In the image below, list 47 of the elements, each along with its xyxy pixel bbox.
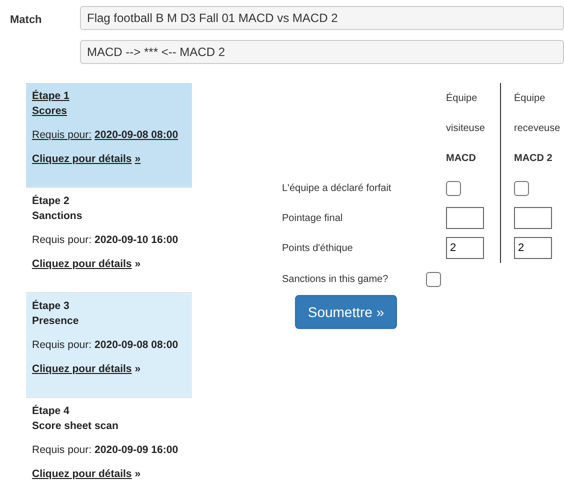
arrow-text: » bbox=[134, 363, 141, 375]
match-title-field[interactable]: Flag football B M D3 Fall 01 MACD vs MACD 2 bbox=[80, 6, 564, 30]
row-label: Pointage final bbox=[282, 212, 343, 224]
checkbox[interactable] bbox=[514, 180, 529, 196]
match-summary-field[interactable]: MACD --> *** <-- MACD 2 bbox=[80, 40, 564, 64]
due-label: Requis pour: bbox=[32, 129, 92, 141]
team-header: Équipe bbox=[446, 92, 478, 104]
checkbox[interactable] bbox=[446, 180, 461, 196]
due-date: 2020-09-08 08:00 bbox=[94, 339, 178, 351]
score-input[interactable] bbox=[514, 207, 552, 229]
due-date: 2020-09-08 08:00 bbox=[94, 129, 178, 141]
arrow-text: » bbox=[134, 468, 141, 480]
details-link[interactable]: Cliquez pour détails bbox=[32, 153, 132, 165]
step-number: Étape 2 bbox=[32, 195, 70, 207]
team-name: MACD bbox=[446, 152, 476, 164]
team-header: receveuse bbox=[514, 122, 560, 134]
step-name: Presence bbox=[32, 315, 80, 327]
score-input[interactable] bbox=[446, 207, 484, 229]
due-label: Requis pour: bbox=[32, 444, 92, 456]
step-number: Étape 3 bbox=[32, 300, 70, 312]
due-label: Requis pour: bbox=[32, 339, 92, 351]
submit-button[interactable]: Soumettre » bbox=[295, 295, 397, 329]
step-name: Sanctions bbox=[32, 210, 84, 222]
match-label: Match bbox=[9, 13, 43, 28]
step-card[interactable]: Étape 1 Scores Requis pour: 2020-09-08 08:00 Cliquez pour détails » bbox=[26, 83, 192, 188]
row-label: Points d'éthique bbox=[282, 242, 353, 254]
team-header: visiteuse bbox=[446, 122, 485, 134]
score-input[interactable]: 2 bbox=[446, 237, 484, 259]
row-label: L'équipe a déclaré forfait bbox=[282, 182, 392, 194]
step-number: Étape 4 bbox=[32, 405, 70, 417]
checkbox[interactable] bbox=[426, 272, 441, 286]
step-card[interactable]: Étape 3 Presence Requis pour: 2020-09-08 08:00 Cliquez pour détails » bbox=[26, 293, 192, 398]
arrow-text: » bbox=[134, 258, 141, 270]
due-label: Requis pour: bbox=[32, 234, 92, 246]
score-input[interactable]: 2 bbox=[514, 237, 552, 259]
details-link[interactable]: Cliquez pour détails bbox=[32, 468, 132, 480]
sanctions-label: Sanctions in this game? bbox=[282, 274, 390, 284]
details-link[interactable]: Cliquez pour détails bbox=[32, 258, 132, 270]
due-date: 2020-09-09 16:00 bbox=[94, 444, 178, 456]
details-link[interactable]: Cliquez pour détails bbox=[32, 363, 132, 375]
step-name: Scores bbox=[32, 105, 68, 117]
step-name: Score sheet scan bbox=[32, 420, 120, 432]
due-date: 2020-09-10 16:00 bbox=[94, 234, 178, 246]
team-header: Équipe bbox=[514, 92, 546, 104]
arrow-text: » bbox=[134, 153, 141, 165]
team-name: MACD 2 bbox=[514, 152, 552, 164]
step-number: Étape 1 bbox=[32, 90, 70, 102]
